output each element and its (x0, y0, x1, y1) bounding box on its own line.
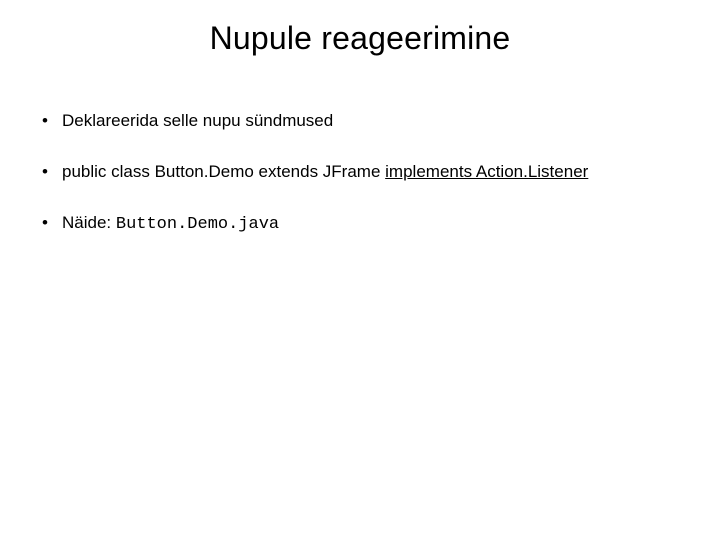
bullet-item: Näide: Button.Demo.java (36, 212, 684, 237)
bullet-text-prefix: public class Button.Demo extends JFrame (62, 162, 385, 181)
bullet-item: Deklareerida selle nupu sündmused (36, 110, 684, 133)
bullet-text-emph: implements Action.Listener (385, 162, 588, 181)
bullet-text-prefix: Näide: (62, 213, 116, 232)
bullet-text: Deklareerida selle nupu sündmused (62, 111, 333, 130)
slide-title: Nupule reageerimine (0, 20, 720, 57)
bullet-item: public class Button.Demo extends JFrame … (36, 161, 684, 184)
slide: Nupule reageerimine Deklareerida selle n… (0, 0, 720, 540)
bullet-list: Deklareerida selle nupu sündmused public… (36, 110, 684, 265)
bullet-text-code: Button.Demo.java (116, 215, 279, 234)
